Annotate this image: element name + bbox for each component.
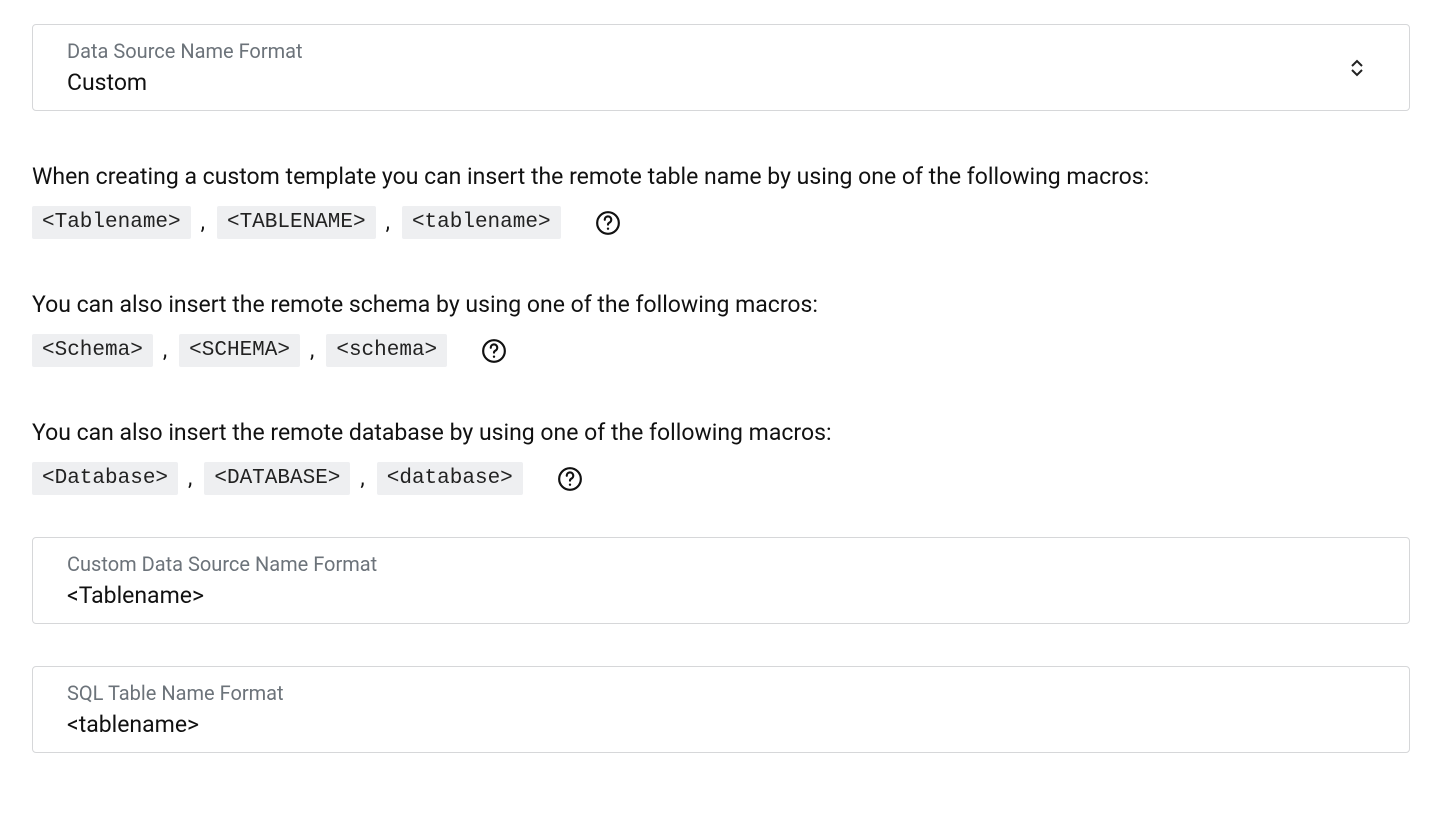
- sql-table-name-format-value: <tablename>: [67, 711, 1387, 738]
- sql-table-name-format-label: SQL Table Name Format: [67, 681, 1387, 705]
- macro-schema-upper: <SCHEMA>: [179, 334, 300, 367]
- macro-schema-capital: <Schema>: [32, 334, 153, 367]
- data-source-name-format-value: Custom: [67, 69, 1373, 96]
- database-macro-line: <Database> , <DATABASE> , <database>: [32, 462, 1410, 495]
- schema-macro-line: <Schema> , <SCHEMA> , <schema>: [32, 334, 1410, 367]
- macro-separator: ,: [201, 210, 205, 235]
- macro-tablename-capital: <Tablename>: [32, 206, 191, 239]
- tablename-intro: When creating a custom template you can …: [32, 163, 1410, 190]
- macro-separator: ,: [163, 338, 167, 363]
- macro-separator: ,: [310, 338, 314, 363]
- macro-database-lower: <database>: [377, 462, 523, 495]
- database-macros-section: You can also insert the remote database …: [32, 419, 1410, 495]
- tablename-macros-section: When creating a custom template you can …: [32, 163, 1410, 239]
- help-icon[interactable]: [595, 210, 621, 236]
- macro-separator: ,: [386, 210, 390, 235]
- macro-separator: ,: [360, 466, 364, 491]
- macro-database-capital: <Database>: [32, 462, 178, 495]
- tablename-macro-line: <Tablename> , <TABLENAME> , <tablename>: [32, 206, 1410, 239]
- help-icon[interactable]: [557, 466, 583, 492]
- macro-tablename-upper: <TABLENAME>: [217, 206, 376, 239]
- help-icon[interactable]: [481, 338, 507, 364]
- data-source-name-format-label: Data Source Name Format: [67, 39, 1373, 63]
- data-source-name-format-select[interactable]: Data Source Name Format Custom: [32, 24, 1410, 111]
- macro-separator: ,: [188, 466, 192, 491]
- sql-table-name-format-input[interactable]: SQL Table Name Format <tablename>: [32, 666, 1410, 753]
- macro-tablename-lower: <tablename>: [402, 206, 561, 239]
- select-updown-icon: [1351, 59, 1363, 77]
- macro-database-upper: <DATABASE>: [204, 462, 350, 495]
- custom-data-source-name-format-input[interactable]: Custom Data Source Name Format <Tablenam…: [32, 537, 1410, 624]
- schema-intro: You can also insert the remote schema by…: [32, 291, 1410, 318]
- database-intro: You can also insert the remote database …: [32, 419, 1410, 446]
- custom-data-source-name-format-value: <Tablename>: [67, 582, 1387, 609]
- schema-macros-section: You can also insert the remote schema by…: [32, 291, 1410, 367]
- macro-schema-lower: <schema>: [326, 334, 447, 367]
- custom-data-source-name-format-label: Custom Data Source Name Format: [67, 552, 1387, 576]
